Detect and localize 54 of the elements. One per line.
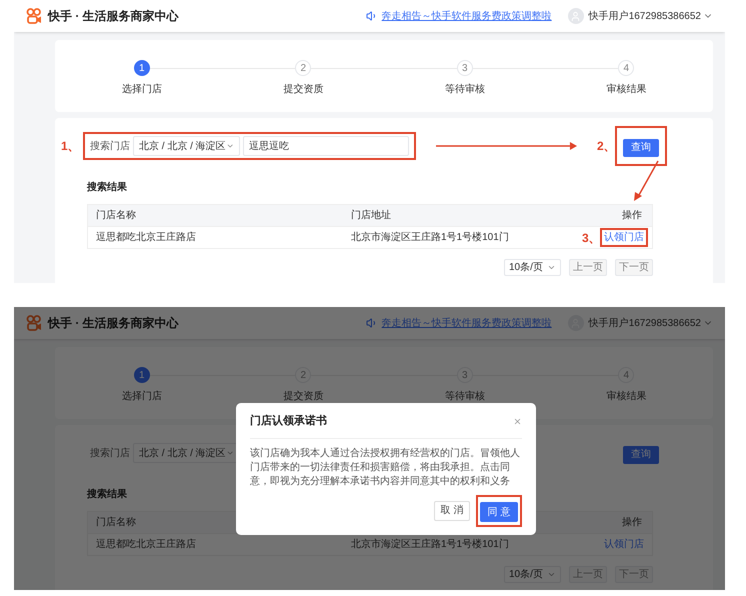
field-label: 搜索门店 bbox=[90, 446, 130, 460]
page-size-select[interactable]: 10条/页 bbox=[504, 259, 561, 276]
step-number: 4 bbox=[618, 60, 634, 76]
step-annotation: 2、 bbox=[597, 139, 616, 153]
step-annotation: 1、 bbox=[61, 139, 80, 153]
claim-store-link[interactable]: 认领门店 bbox=[604, 539, 644, 550]
caret-icon[interactable] bbox=[547, 570, 556, 579]
logo-icon bbox=[26, 315, 42, 331]
step-label: 审核结果 bbox=[606, 390, 646, 404]
app-title: 快手 · 生活服务商家中心 bbox=[48, 315, 179, 332]
query-button[interactable]: 查询 bbox=[623, 138, 659, 156]
step-annotation: 3、 bbox=[582, 230, 601, 244]
step-label: 提交资质 bbox=[283, 390, 324, 404]
step-label: 审核结果 bbox=[606, 82, 646, 97]
dialog-text: 该门店确为我本人通过合法授权拥有经营权的门店。冒领他人门店带来的一切法律责任和损害赔偿，将由我承担。点击同意，即视为充分理解本承诺书内容并同意其中的权利和义务 bbox=[250, 446, 521, 488]
table-cell-text: 北京市海淀区王庄路1号1号楼101门 bbox=[350, 230, 510, 245]
field-label: 搜索门店 bbox=[90, 140, 130, 154]
section-title: 搜索结果 bbox=[87, 489, 127, 500]
column-header: 操作 bbox=[622, 516, 642, 530]
region-select[interactable]: 北京 / 北京 / 海淀区 bbox=[133, 136, 240, 156]
app-title: 快手 · 生活服务商家中心 bbox=[48, 8, 179, 25]
speaker-icon bbox=[366, 317, 378, 329]
close-icon[interactable] bbox=[513, 416, 522, 426]
notice-link[interactable]: 奔走相告～快手软件服务费政策调整啦 bbox=[382, 316, 552, 330]
dialog-title: 门店认领承诺书 bbox=[250, 414, 327, 429]
caret-icon[interactable] bbox=[547, 263, 556, 272]
query-button[interactable]: 查询 bbox=[623, 446, 659, 464]
cancel-button[interactable]: 取 消 bbox=[434, 500, 470, 520]
step-number: 1 bbox=[134, 367, 150, 383]
table-cell-text: 北京市海淀区王庄路1号1号楼101门 bbox=[350, 538, 510, 552]
step-number: 3 bbox=[456, 60, 473, 76]
claim-store-link[interactable]: 认领门店 bbox=[604, 232, 644, 243]
column-header: 操作 bbox=[622, 209, 642, 223]
notice-link[interactable]: 奔走相告～快手软件服务费政策调整啦 bbox=[382, 8, 552, 24]
column-header: 门店名称 bbox=[95, 516, 137, 530]
step-label: 提交资质 bbox=[283, 82, 324, 97]
user-name[interactable]: 快手用户1672985386652 bbox=[588, 8, 701, 24]
logo-icon bbox=[26, 8, 42, 24]
table-cell-text: 逗思都吃北京王庄路店 bbox=[95, 230, 197, 245]
step-number: 1 bbox=[134, 60, 150, 76]
store-search-field[interactable]: 逗思逗吃 bbox=[243, 136, 409, 156]
step-number: 2 bbox=[295, 60, 312, 76]
step-label: 等待审核 bbox=[444, 82, 485, 97]
step-label: 选择门店 bbox=[122, 390, 162, 404]
user-name[interactable]: 快手用户1672985386652 bbox=[588, 316, 701, 330]
step-label: 选择门店 bbox=[122, 82, 162, 97]
speaker-icon bbox=[366, 10, 378, 22]
agree-button[interactable]: 同 意 bbox=[480, 502, 518, 522]
column-header: 门店名称 bbox=[95, 208, 137, 223]
step-label: 等待审核 bbox=[444, 390, 485, 404]
table-cell-text: 逗思都吃北京王庄路店 bbox=[95, 538, 197, 552]
page-size-select[interactable]: 10条/页 bbox=[504, 566, 561, 583]
section-title: 搜索结果 bbox=[87, 182, 127, 193]
column-header: 门店地址 bbox=[351, 210, 391, 221]
